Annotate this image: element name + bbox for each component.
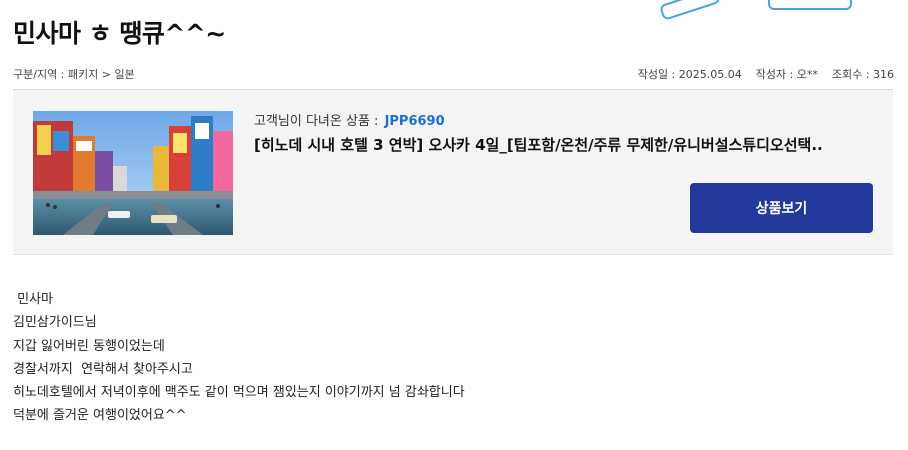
review-content: 민사마 김민삼가이드님 지갑 잃어버린 동행이었는데 경찰서까지 연락해서 찾아…	[13, 288, 465, 428]
product-code[interactable]: JPP6690	[385, 114, 445, 129]
post-date: 작성일 : 2025.05.04	[637, 68, 742, 81]
osaka-dotonbori-image	[33, 111, 233, 235]
decorative-shape	[768, 0, 852, 10]
view-product-button[interactable]: 상품보기	[690, 183, 873, 233]
review-line: 지갑 잃어버린 동행이었는데	[13, 338, 165, 354]
post-author: 작성자 : 오**	[755, 68, 818, 81]
review-line: 민사마	[13, 292, 54, 307]
decorative-shape	[658, 0, 722, 21]
product-title[interactable]: [히노데 시내 호텔 3 연박] 오사카 4일_[팁포함/온천/주류 무제한/유…	[254, 134, 823, 155]
product-thumbnail[interactable]	[33, 111, 233, 235]
review-line: 경찰서까지 연락해서 찾아주시고	[13, 361, 193, 377]
visited-product-line: 고객님이 다녀온 상품 : JPP6690	[254, 110, 445, 129]
category-breadcrumb: 구분/지역 : 패키지 > 일본	[13, 68, 135, 81]
review-line: 덕분에 즐거운 여행이었어요^^	[13, 408, 187, 424]
product-card: 고객님이 다녀온 상품 : JPP6690 [히노데 시내 호텔 3 연박] 오…	[13, 90, 893, 255]
visited-product-label: 고객님이 다녀온 상품 :	[254, 114, 379, 129]
view-count: 조회수 : 316	[831, 68, 894, 81]
review-line: 히노데호텔에서 저녁이후에 맥주도 같이 먹으며 잼있는지 이야기까지 넘 감솨…	[13, 385, 465, 401]
review-line: 김민삼가이드님	[13, 315, 97, 331]
post-meta: 작성일 : 2025.05.04 작성자 : 오** 조회수 : 316	[638, 66, 894, 82]
page-title: 민사마 ㅎ 땡큐^^~	[13, 19, 226, 48]
